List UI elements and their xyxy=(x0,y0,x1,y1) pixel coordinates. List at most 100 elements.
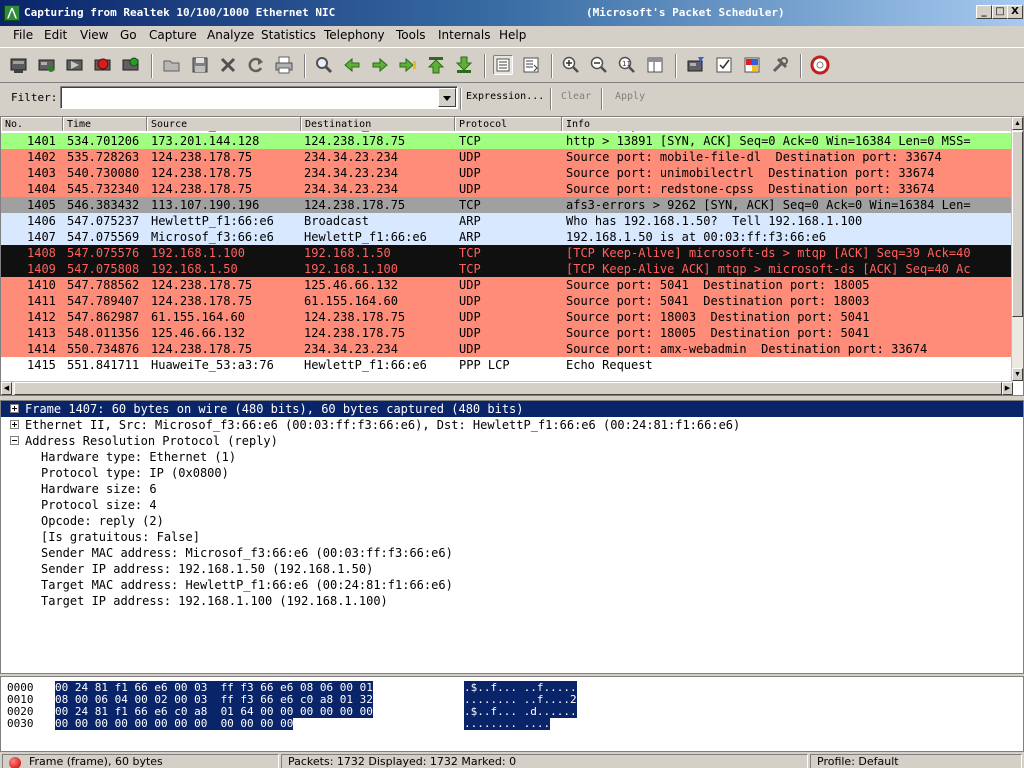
stop-capture-icon[interactable] xyxy=(93,55,113,75)
close-file-icon[interactable] xyxy=(218,55,238,75)
packet-number: 1407 xyxy=(27,230,56,244)
expression-button[interactable]: Expression... xyxy=(466,91,544,102)
toolbar-separator xyxy=(304,54,306,78)
hex-ascii[interactable]: ........ .... xyxy=(464,717,551,730)
status-profile-panel[interactable]: Profile: Default xyxy=(810,754,1022,768)
hex-bytes[interactable]: 00 00 00 00 00 00 00 00 00 00 00 00 xyxy=(55,717,294,730)
packet-row[interactable]: 1409 547.075808 192.168.1.50 192.168.1.100 T… xyxy=(1,261,1013,277)
packet-row[interactable]: 1407 547.075569 Microsof_f3:66:e6 HewlettP_… xyxy=(1,229,1013,245)
menu-telephony[interactable]: Telephony xyxy=(324,28,385,42)
colorize-icon[interactable] xyxy=(493,55,513,75)
expert-info-led-icon[interactable] xyxy=(9,757,21,768)
expand-plus-icon[interactable] xyxy=(10,420,19,429)
detail-tree-leaf[interactable]: Protocol type: IP (0x0800) xyxy=(1,465,1023,481)
packet-row[interactable]: 1408 547.075576 192.168.1.100 192.168.1.50 T… xyxy=(1,245,1013,261)
collapse-minus-icon[interactable] xyxy=(10,436,19,445)
scrollbar-thumb[interactable] xyxy=(1012,131,1023,317)
preferences-icon[interactable] xyxy=(770,55,790,75)
packet-time: 548.011356 xyxy=(67,326,140,340)
go-forward-icon[interactable] xyxy=(370,55,390,75)
packet-destination: 234.34.23.234 xyxy=(304,182,398,196)
scroll-down-arrow-icon[interactable]: ▼ xyxy=(1012,368,1023,381)
go-to-packet-icon[interactable] xyxy=(398,55,418,75)
packet-destination: 124.238.178.75 xyxy=(304,134,406,148)
find-packet-icon[interactable] xyxy=(314,55,334,75)
apply-button[interactable]: Apply xyxy=(615,91,645,102)
menu-view[interactable]: View xyxy=(80,28,108,42)
go-first-icon[interactable] xyxy=(426,55,446,75)
menu-tools[interactable]: Tools xyxy=(396,28,426,42)
packet-list-hscrollbar[interactable]: ◀ ▶ xyxy=(1,381,1013,395)
menu-internals[interactable]: Internals xyxy=(438,28,491,42)
status-bar: Frame (frame), 60 bytes Packets: 1732 Di… xyxy=(0,753,1024,768)
resize-columns-icon[interactable] xyxy=(645,55,665,75)
print-icon[interactable] xyxy=(274,55,294,75)
display-filters-icon[interactable] xyxy=(714,55,734,75)
close-button[interactable]: X xyxy=(1007,5,1023,19)
packet-row[interactable]: 1403 540.730080 124.238.178.75 234.34.23.23… xyxy=(1,165,1013,181)
packet-info: Who has 192.168.1.50? Tell 192.168.1.100 xyxy=(566,214,863,228)
restart-capture-icon[interactable] xyxy=(121,55,141,75)
menu-analyze[interactable]: Analyze xyxy=(207,28,254,42)
hex-offset[interactable]: 0030 xyxy=(7,717,34,730)
go-last-icon[interactable] xyxy=(454,55,474,75)
detail-tree-leaf[interactable]: Sender IP address: 192.168.1.50 (192.168… xyxy=(1,561,1023,577)
detail-tree-leaf[interactable]: Target MAC address: HewlettP_f1:66:e6 (0… xyxy=(1,577,1023,593)
interface-list-icon[interactable] xyxy=(9,55,29,75)
detail-tree-leaf[interactable]: [Is gratuitous: False] xyxy=(1,529,1023,545)
expand-plus-icon[interactable] xyxy=(10,404,19,413)
detail-tree-leaf[interactable]: Target IP address: 192.168.1.100 (192.16… xyxy=(1,593,1023,609)
detail-tree-leaf[interactable]: Sender MAC address: Microsof_f3:66:e6 (0… xyxy=(1,545,1023,561)
detail-tree-leaf[interactable]: Protocol size: 4 xyxy=(1,497,1023,513)
packet-list-vscrollbar[interactable]: ▲ ▼ xyxy=(1011,117,1023,381)
scroll-up-arrow-icon[interactable]: ▲ xyxy=(1012,117,1023,130)
coloring-rules-icon[interactable] xyxy=(742,55,762,75)
filter-input[interactable] xyxy=(60,86,458,109)
scrollbar-thumb[interactable] xyxy=(14,382,1002,395)
capture-options-icon[interactable] xyxy=(37,55,57,75)
packet-row[interactable]: 1406 547.075237 HewlettP_f1:66:e6 Broadcast… xyxy=(1,213,1013,229)
packet-row[interactable]: 1411 547.789407 124.238.178.75 61.155.164.6… xyxy=(1,293,1013,309)
zoom-out-icon[interactable] xyxy=(589,55,609,75)
menu-capture[interactable]: Capture xyxy=(149,28,197,42)
packet-row[interactable]: 1404 545.732340 124.238.178.75 234.34.23.23… xyxy=(1,181,1013,197)
menu-edit[interactable]: Edit xyxy=(44,28,67,42)
menu-help[interactable]: Help xyxy=(499,28,526,42)
detail-tree-node[interactable]: Frame 1407: 60 bytes on wire (480 bits),… xyxy=(1,401,1023,417)
scroll-left-arrow-icon[interactable]: ◀ xyxy=(1,382,12,395)
go-back-icon[interactable] xyxy=(342,55,362,75)
clear-button[interactable]: Clear xyxy=(561,91,591,102)
zoom-normal-icon[interactable]: 11 xyxy=(617,55,637,75)
menu-file[interactable]: File xyxy=(13,28,33,42)
packet-row[interactable]: 1412 547.862987 61.155.164.60 124.238.178.7… xyxy=(1,309,1013,325)
packet-info: Source port: mobile-file-dl Destination … xyxy=(566,150,942,164)
autoscroll-icon[interactable] xyxy=(521,55,541,75)
packet-row[interactable]: 1402 535.728263 124.238.178.75 234.34.23.23… xyxy=(1,149,1013,165)
packet-time: 547.862987 xyxy=(67,310,140,324)
detail-tree-node[interactable]: Ethernet II, Src: Microsof_f3:66:e6 (00:… xyxy=(1,417,1023,433)
packet-row[interactable]: 1405 546.383432 113.107.190.196 124.238.178… xyxy=(1,197,1013,213)
packet-row[interactable]: 1413 548.011356 125.46.66.132 124.238.178.7… xyxy=(1,325,1013,341)
zoom-in-icon[interactable] xyxy=(561,55,581,75)
scroll-right-arrow-icon[interactable]: ▶ xyxy=(1002,382,1013,395)
help-icon[interactable] xyxy=(810,55,830,75)
detail-tree-leaf[interactable]: Hardware type: Ethernet (1) xyxy=(1,449,1023,465)
packet-row[interactable]: 1410 547.788562 124.238.178.75 125.46.66.13… xyxy=(1,277,1013,293)
packet-info: Source port: 5041 Destination port: 1800… xyxy=(566,294,870,308)
capture-filters-icon[interactable] xyxy=(686,55,706,75)
maximize-button[interactable]: □ xyxy=(992,5,1008,19)
detail-tree-leaf[interactable]: Opcode: reply (2) xyxy=(1,513,1023,529)
open-file-icon[interactable] xyxy=(162,55,182,75)
packet-row[interactable]: 1401 534.701206 173.201.144.128 124.238.178… xyxy=(1,133,1013,149)
detail-tree-node[interactable]: Address Resolution Protocol (reply) xyxy=(1,433,1023,449)
menu-statistics[interactable]: Statistics xyxy=(261,28,316,42)
menu-go[interactable]: Go xyxy=(120,28,137,42)
packet-row[interactable]: 1414 550.734876 124.238.178.75 234.34.23.23… xyxy=(1,341,1013,357)
save-file-icon[interactable] xyxy=(190,55,210,75)
detail-tree-leaf[interactable]: Hardware size: 6 xyxy=(1,481,1023,497)
start-capture-icon[interactable] xyxy=(65,55,85,75)
reload-icon[interactable] xyxy=(246,55,266,75)
packet-row[interactable]: 1415 551.841711 HuaweiTe_53:a3:76 HewlettP_… xyxy=(1,357,1013,373)
filter-dropdown-button[interactable] xyxy=(438,88,456,107)
minimize-button[interactable]: _ xyxy=(976,5,992,19)
